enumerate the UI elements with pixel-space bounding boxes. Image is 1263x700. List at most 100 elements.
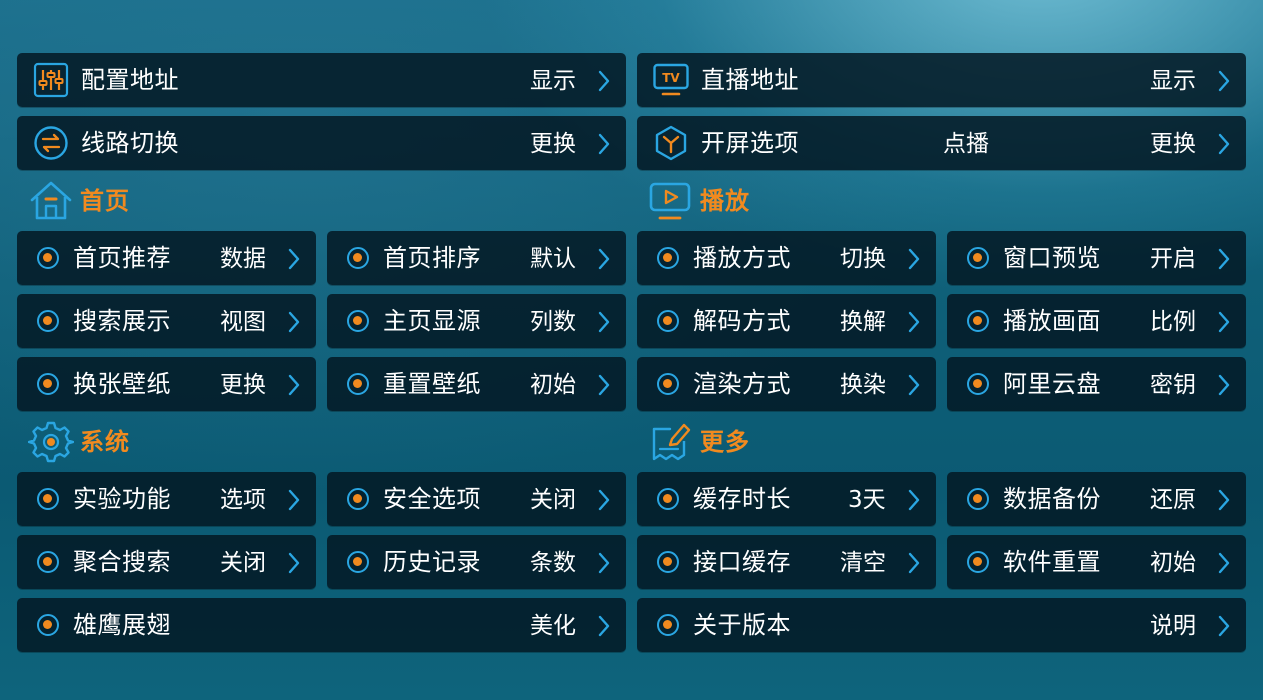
system-item-eagle-wings[interactable]: 雄鹰展翅 美化	[17, 598, 626, 652]
item-label: 窗口预览	[1003, 244, 1101, 272]
play-item-aliyun[interactable]: 阿里云盘 密钥	[947, 357, 1246, 411]
hex-y-icon	[655, 125, 687, 161]
home-item-reset-wallpaper[interactable]: 重置壁纸 初始	[327, 357, 626, 411]
item-value: 条数	[530, 550, 576, 576]
radio-dot-icon	[657, 310, 679, 332]
item-label: 渲染方式	[693, 370, 791, 398]
home-item-change-wallpaper[interactable]: 换张壁纸 更换	[17, 357, 316, 411]
play-item-decode[interactable]: 解码方式 换解	[637, 294, 936, 348]
config-address-row[interactable]: 配置地址 显示	[17, 53, 626, 107]
live-address-value: 显示	[1150, 68, 1196, 94]
item-value: 切换	[840, 246, 886, 272]
radio-dot-icon	[37, 310, 59, 332]
chevron-right-icon	[597, 614, 611, 638]
radio-dot-icon	[37, 247, 59, 269]
swap-icon	[34, 126, 68, 160]
more-item-software-reset[interactable]: 软件重置 初始	[947, 535, 1246, 589]
item-label: 历史记录	[383, 548, 481, 576]
play-item-render[interactable]: 渲染方式 换染	[637, 357, 936, 411]
item-value: 清空	[840, 550, 886, 576]
radio-dot-icon	[347, 551, 369, 573]
item-value: 列数	[530, 309, 576, 335]
section-home-title: 首页	[80, 187, 130, 215]
route-switch-value: 更换	[530, 131, 576, 157]
play-item-mode[interactable]: 播放方式 切换	[637, 231, 936, 285]
item-label: 首页推荐	[73, 244, 171, 272]
item-label: 播放方式	[693, 244, 791, 272]
chevron-right-icon	[1217, 551, 1231, 575]
radio-dot-icon	[967, 247, 989, 269]
item-value: 换染	[840, 372, 886, 398]
item-label: 重置壁纸	[383, 370, 481, 398]
more-item-about[interactable]: 关于版本 说明	[637, 598, 1246, 652]
live-address-row[interactable]: TV 直播地址 显示	[637, 53, 1246, 107]
play-item-window-preview[interactable]: 窗口预览 开启	[947, 231, 1246, 285]
item-label: 换张壁纸	[73, 370, 171, 398]
chevron-right-icon	[1217, 132, 1231, 156]
home-item-search-display[interactable]: 搜索展示 视图	[17, 294, 316, 348]
item-label: 解码方式	[693, 307, 791, 335]
item-label: 首页排序	[383, 244, 481, 272]
chevron-right-icon	[1217, 373, 1231, 397]
radio-dot-icon	[37, 488, 59, 510]
gear-icon	[28, 421, 74, 463]
item-value: 初始	[530, 372, 576, 398]
more-item-api-cache[interactable]: 接口缓存 清空	[637, 535, 936, 589]
radio-dot-icon	[967, 373, 989, 395]
chevron-right-icon	[287, 373, 301, 397]
chevron-right-icon	[1217, 247, 1231, 271]
item-label: 雄鹰展翅	[73, 611, 171, 639]
item-label: 阿里云盘	[1003, 370, 1101, 398]
chevron-right-icon	[287, 310, 301, 334]
chevron-right-icon	[597, 69, 611, 93]
chevron-right-icon	[287, 488, 301, 512]
section-home-header: 首页	[28, 178, 228, 224]
tv-icon: TV	[653, 63, 689, 96]
chevron-right-icon	[907, 247, 921, 271]
item-label: 播放画面	[1003, 307, 1101, 335]
radio-dot-icon	[347, 488, 369, 510]
more-item-cache-duration[interactable]: 缓存时长 3天	[637, 472, 936, 526]
home-item-source-display[interactable]: 主页显源 列数	[327, 294, 626, 348]
item-label: 数据备份	[1003, 485, 1101, 513]
system-item-aggregate-search[interactable]: 聚合搜索 关闭	[17, 535, 316, 589]
chevron-right-icon	[597, 551, 611, 575]
route-switch-row[interactable]: 线路切换 更换	[17, 116, 626, 170]
item-value: 关闭	[220, 550, 266, 576]
splash-option-value: 更换	[1150, 131, 1196, 157]
home-item-recommend[interactable]: 首页推荐 数据	[17, 231, 316, 285]
section-play-title: 播放	[700, 187, 750, 215]
home-item-sort[interactable]: 首页排序 默认	[327, 231, 626, 285]
section-more-title: 更多	[700, 428, 750, 456]
item-value: 比例	[1150, 309, 1196, 335]
radio-dot-icon	[967, 310, 989, 332]
item-value: 还原	[1150, 487, 1196, 513]
item-label: 安全选项	[383, 485, 481, 513]
chevron-right-icon	[1217, 310, 1231, 334]
chevron-right-icon	[597, 132, 611, 156]
home-icon	[30, 181, 72, 220]
system-item-experimental[interactable]: 实验功能 选项	[17, 472, 316, 526]
item-value: 更换	[220, 372, 266, 398]
play-item-aspect[interactable]: 播放画面 比例	[947, 294, 1246, 348]
radio-dot-icon	[967, 551, 989, 573]
section-system-header: 系统	[28, 419, 228, 465]
radio-dot-icon	[37, 551, 59, 573]
chevron-right-icon	[907, 373, 921, 397]
item-value: 视图	[220, 309, 266, 335]
route-switch-label: 线路切换	[81, 129, 179, 157]
section-play-header: 播放	[648, 178, 848, 224]
chevron-right-icon	[907, 488, 921, 512]
item-value: 3天	[848, 487, 886, 513]
more-item-backup[interactable]: 数据备份 还原	[947, 472, 1246, 526]
item-label: 实验功能	[73, 485, 171, 513]
system-item-history[interactable]: 历史记录 条数	[327, 535, 626, 589]
system-item-security[interactable]: 安全选项 关闭	[327, 472, 626, 526]
radio-dot-icon	[657, 488, 679, 510]
splash-option-row[interactable]: 开屏选项 点播 更换	[637, 116, 1246, 170]
chevron-right-icon	[597, 310, 611, 334]
live-address-label: 直播地址	[701, 66, 799, 94]
item-label: 主页显源	[383, 307, 481, 335]
radio-dot-icon	[657, 614, 679, 636]
item-value: 选项	[220, 487, 266, 513]
